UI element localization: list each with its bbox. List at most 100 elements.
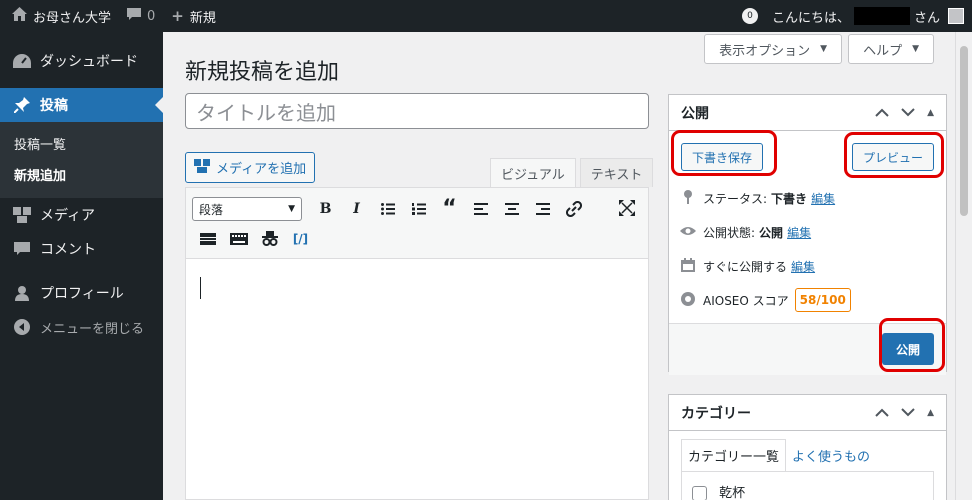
toggle-panel-icon[interactable]: ▲ xyxy=(927,408,934,418)
sidebar-item-label: コメント xyxy=(40,242,96,258)
page-title: 新規投稿を追加 xyxy=(185,60,340,85)
tab-all-categories[interactable]: カテゴリー一覧 xyxy=(681,439,787,471)
toggle-panel-icon[interactable]: ▲ xyxy=(927,108,934,118)
redacted-username xyxy=(853,7,910,25)
category-label: 乾杯 xyxy=(719,486,746,500)
sidebar-item-media[interactable]: メディア xyxy=(0,198,163,232)
sidebar-item-label: メディア xyxy=(40,208,96,224)
post-title-input[interactable]: タイトルを追加 xyxy=(185,93,649,129)
category-box-title: カテゴリー xyxy=(681,405,751,422)
category-list: 乾杯 xyxy=(681,471,934,500)
admin-bar: お母さん大学 0 + 新規 0 こんにちは、 さん xyxy=(0,0,972,32)
aioseo-label: AIOSEO スコア xyxy=(703,293,789,308)
pin-icon xyxy=(679,189,697,207)
status-row: ステータス: 下書き 編集 xyxy=(669,181,946,215)
read-more-button[interactable] xyxy=(192,225,223,253)
shortcode-button[interactable]: [/] xyxy=(285,225,316,253)
collapse-icon xyxy=(12,317,32,337)
sidebar-item-comments[interactable]: コメント xyxy=(0,232,163,266)
sidebar-item-label: ダッシュボード xyxy=(40,54,138,70)
read-more-icon xyxy=(199,233,216,245)
chevron-up-icon[interactable] xyxy=(875,406,889,420)
screen-options-label: 表示オプション xyxy=(719,43,811,59)
fullscreen-button[interactable] xyxy=(611,194,642,222)
category-box: カテゴリー ▲ カテゴリー一覧 よく使うもの 乾杯 xyxy=(668,394,947,500)
home-icon xyxy=(12,7,27,25)
new-content-menu[interactable]: + 新規 xyxy=(163,0,224,32)
sidebar-item-dashboard[interactable]: ダッシュボード xyxy=(0,44,163,78)
editor-body[interactable] xyxy=(186,259,648,499)
tab-visual[interactable]: ビジュアル xyxy=(490,158,576,187)
incognito-button[interactable] xyxy=(254,225,285,253)
site-menu[interactable]: お母さん大学 xyxy=(4,0,119,32)
visibility-value: 公開 xyxy=(759,225,784,240)
sidebar-collapse[interactable]: メニューを閉じる xyxy=(0,310,163,344)
fullscreen-icon xyxy=(618,200,635,216)
visibility-row: 公開状態: 公開 編集 xyxy=(669,215,946,249)
caret-down-icon: ▼ xyxy=(820,44,828,54)
notification-badge[interactable]: 0 xyxy=(741,8,758,24)
help-label: ヘルプ xyxy=(863,43,903,59)
visibility-edit-link[interactable]: 編集 xyxy=(787,224,811,241)
posts-submenu: 投稿一覧 新規追加 xyxy=(0,122,163,198)
status-edit-link[interactable]: 編集 xyxy=(811,190,835,207)
submenu-all-posts[interactable]: 投稿一覧 xyxy=(0,128,163,159)
comment-icon xyxy=(127,7,142,25)
chevron-down-icon[interactable] xyxy=(901,106,915,120)
bullet-list-icon xyxy=(380,203,395,215)
category-checkbox[interactable] xyxy=(692,486,707,500)
bold-button[interactable]: B xyxy=(310,195,341,223)
account-menu[interactable]: こんにちは、 さん xyxy=(768,0,968,32)
status-value: 下書き xyxy=(771,191,808,206)
quote-icon: “ xyxy=(442,196,457,221)
publish-box-title: 公開 xyxy=(681,105,709,122)
add-media-label: メディアを追加 xyxy=(216,162,307,177)
highlight-publish xyxy=(879,318,945,372)
new-label: 新規 xyxy=(189,10,216,26)
bullet-list-button[interactable] xyxy=(372,195,403,223)
highlight-save-draft xyxy=(671,130,777,176)
greeting-suffix: さん xyxy=(913,10,940,26)
toolbar-toggle-button[interactable] xyxy=(223,225,254,253)
user-icon xyxy=(12,283,32,303)
chevron-up-icon[interactable] xyxy=(875,106,889,120)
italic-button[interactable]: I xyxy=(341,195,372,223)
tab-text[interactable]: テキスト xyxy=(579,158,654,187)
editor-toolbar: 段落 ▼ B I “ [/] xyxy=(186,188,648,259)
greeting-text: こんにちは、 xyxy=(771,10,850,26)
caret-down-icon: ▼ xyxy=(288,204,295,214)
sidebar-item-posts[interactable]: 投稿 xyxy=(0,88,163,122)
text-cursor xyxy=(200,277,201,299)
sidebar-item-label: 投稿 xyxy=(40,98,68,114)
eye-icon xyxy=(679,225,697,239)
help-button[interactable]: ヘルプ ▼ xyxy=(848,34,934,64)
blockquote-button[interactable]: “ xyxy=(434,195,465,223)
media-icon xyxy=(194,158,210,177)
schedule-edit-link[interactable]: 編集 xyxy=(791,258,815,275)
align-right-button[interactable] xyxy=(527,195,558,223)
page-scrollbar[interactable] xyxy=(955,32,972,500)
align-left-button[interactable] xyxy=(465,195,496,223)
sidebar-item-label: メニューを閉じる xyxy=(40,321,145,337)
align-center-button[interactable] xyxy=(496,195,527,223)
submenu-add-new[interactable]: 新規追加 xyxy=(0,159,163,190)
sidebar-item-profile[interactable]: プロフィール xyxy=(0,276,163,310)
avatar xyxy=(948,8,964,24)
align-left-icon xyxy=(473,203,488,215)
format-select[interactable]: 段落 ▼ xyxy=(192,197,302,221)
add-media-button[interactable]: メディアを追加 xyxy=(185,152,316,183)
tab-popular-categories[interactable]: よく使うもの xyxy=(786,440,876,471)
aioseo-score-badge[interactable]: 58/100 xyxy=(794,288,851,312)
format-select-value: 段落 xyxy=(199,202,224,217)
chevron-down-icon[interactable] xyxy=(901,406,915,420)
numbered-list-button[interactable] xyxy=(403,195,434,223)
keyboard-icon xyxy=(229,233,248,245)
align-center-icon xyxy=(504,203,519,215)
screen-options-button[interactable]: 表示オプション ▼ xyxy=(704,34,843,64)
insert-link-button[interactable] xyxy=(558,195,589,223)
sidebar-item-label: プロフィール xyxy=(40,286,124,302)
incognito-icon xyxy=(261,231,278,246)
scrollbar-thumb[interactable] xyxy=(960,46,968,216)
comments-menu[interactable]: 0 xyxy=(119,0,163,32)
schedule-row: すぐに公開する 編集 xyxy=(669,249,946,283)
